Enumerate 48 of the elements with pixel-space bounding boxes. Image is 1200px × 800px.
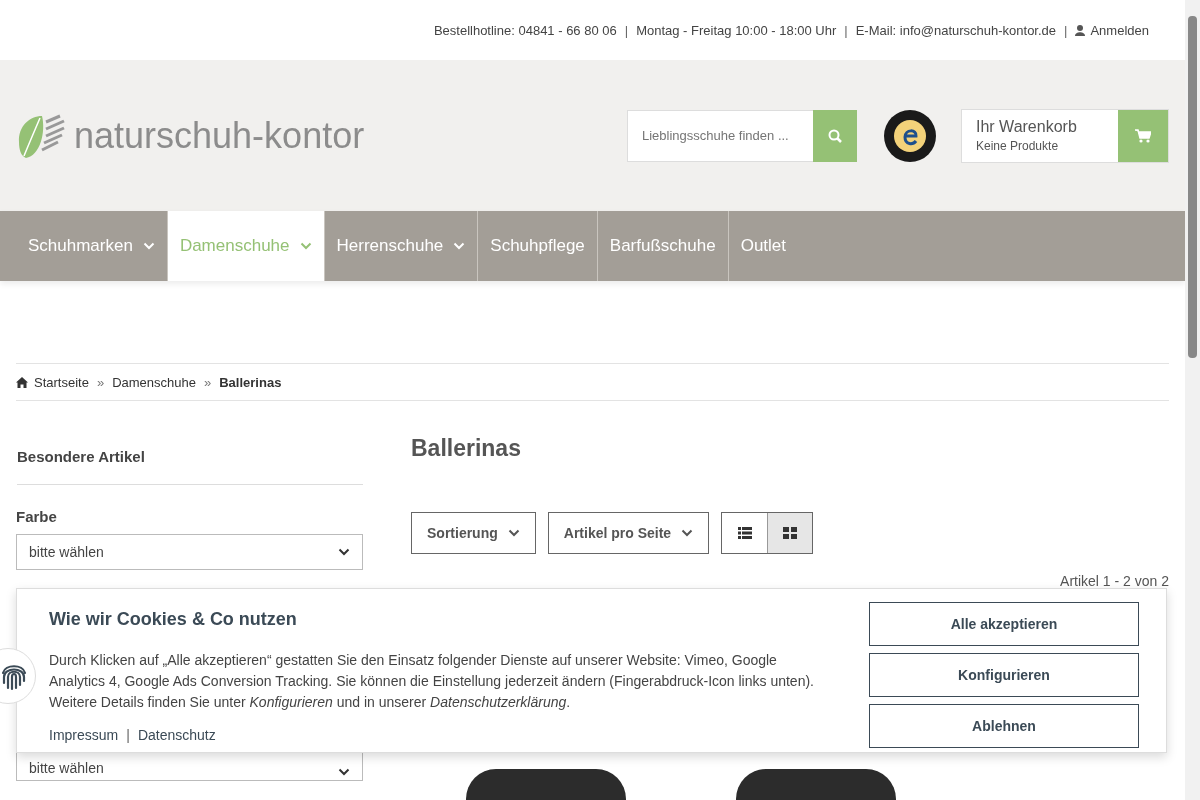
- home-icon: [16, 376, 28, 388]
- filter-label: Farbe: [16, 508, 58, 525]
- contact-info: E-Mail: info@naturschuh-kontor.de: [855, 22, 1057, 38]
- scrollbar[interactable]: [1185, 0, 1200, 800]
- cart-button[interactable]: Ihr Warenkorb Keine Produkte: [961, 108, 1169, 163]
- scrollbar-thumb[interactable]: [1188, 16, 1197, 358]
- view-toggle[interactable]: [767, 513, 813, 553]
- sort-dropdown[interactable]: Sortierung: [411, 512, 536, 554]
- consent-button[interactable]: Konfigurieren: [869, 653, 1139, 697]
- search-button[interactable]: [813, 109, 857, 162]
- footer-link[interactable]: Impressum: [49, 727, 119, 743]
- chevron-down-icon: [681, 529, 694, 537]
- cart-icon: [1135, 128, 1151, 143]
- separator: |: [1064, 22, 1068, 38]
- footer-link[interactable]: Datenschutz: [137, 727, 216, 743]
- cart-status: Keine Produkte: [976, 139, 1060, 153]
- per-page-dropdown[interactable]: Artikel pro Seite: [547, 512, 710, 554]
- banner-title: Wie wir Cookies & Co nutzen: [49, 609, 298, 630]
- page-title: Ballerinas: [411, 435, 522, 462]
- breadcrumb-separator: »: [204, 374, 212, 390]
- login-link[interactable]: Anmelden: [1075, 22, 1149, 38]
- breadcrumb-link[interactable]: Ballerinas: [219, 374, 282, 390]
- grid-view-icon: [783, 527, 798, 539]
- breadcrumb-link[interactable]: Damenschuhe: [112, 374, 196, 390]
- sidebar-heading: Besondere Artikel: [17, 448, 363, 485]
- chevron-down-icon: [338, 768, 350, 776]
- chevron-down-icon: [338, 548, 350, 556]
- filter-dropdown[interactable]: bitte wählen: [16, 534, 363, 570]
- article-count: Artikel 1 - 2 von 2: [1059, 573, 1169, 589]
- user-icon: [1075, 24, 1086, 36]
- contact-info: Bestellhotline: 04841 - 66 80 06: [433, 22, 617, 38]
- separator: |: [844, 22, 848, 38]
- consent-button[interactable]: Alle akzeptieren: [869, 602, 1139, 646]
- logo-text: naturschuh-kontor: [74, 114, 365, 157]
- chevron-down-icon: [507, 529, 520, 537]
- banner-text: Durch Klicken auf „Alle akzeptieren“ gestatten Sie den Einsatz folgender Dienste auf unserer Website: Vimeo, Google Analytics 4, Google Ads Conversion Tracking. Sie können die Einstellung jederzeit ändern (Fingerabdruck-Icon links unten). Weitere Details finden Sie unter Konfigurieren und in unserer Datenschutzerklärung.: [49, 651, 815, 712]
- breadcrumb-separator: »: [96, 374, 105, 390]
- search-icon: [828, 128, 842, 143]
- list-view-icon: [737, 527, 752, 539]
- breadcrumb-link[interactable]: Startseite: [16, 374, 89, 390]
- contact-info: Montag - Freitag 10:00 - 18:00 Uhr: [636, 22, 837, 38]
- separator: |: [126, 727, 130, 743]
- consent-button[interactable]: Ablehnen: [869, 704, 1139, 748]
- cart-title: Ihr Warenkorb: [976, 118, 1078, 136]
- cart-icon-button[interactable]: [1118, 109, 1168, 162]
- seal-icon: [883, 108, 937, 163]
- separator: |: [624, 22, 629, 38]
- search-field[interactable]: Lieblingsschuhe finden ...: [627, 109, 813, 162]
